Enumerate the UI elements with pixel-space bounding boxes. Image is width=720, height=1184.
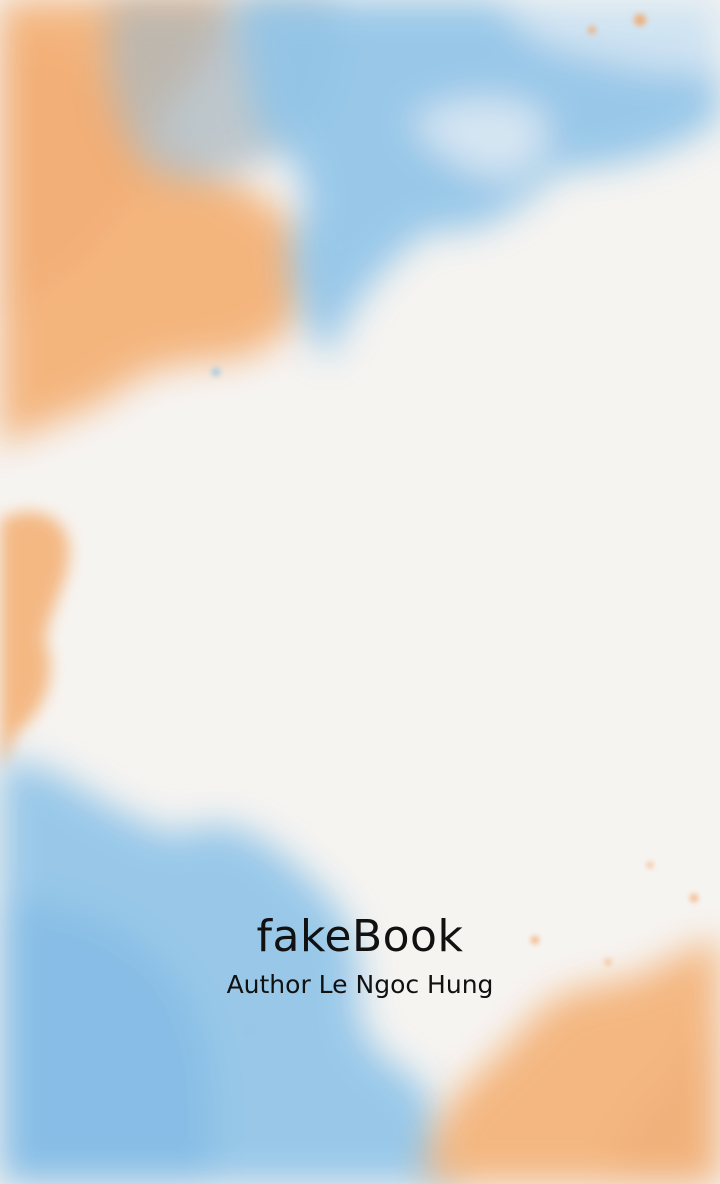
author-credit: Author Le Ngoc Hung — [226, 970, 494, 999]
paper-texture — [0, 0, 720, 1184]
app-title: fakeBook — [256, 911, 464, 962]
splash-screen: fakeBook Author Le Ngoc Hung — [0, 0, 720, 1184]
watercolor-background — [0, 0, 720, 1184]
